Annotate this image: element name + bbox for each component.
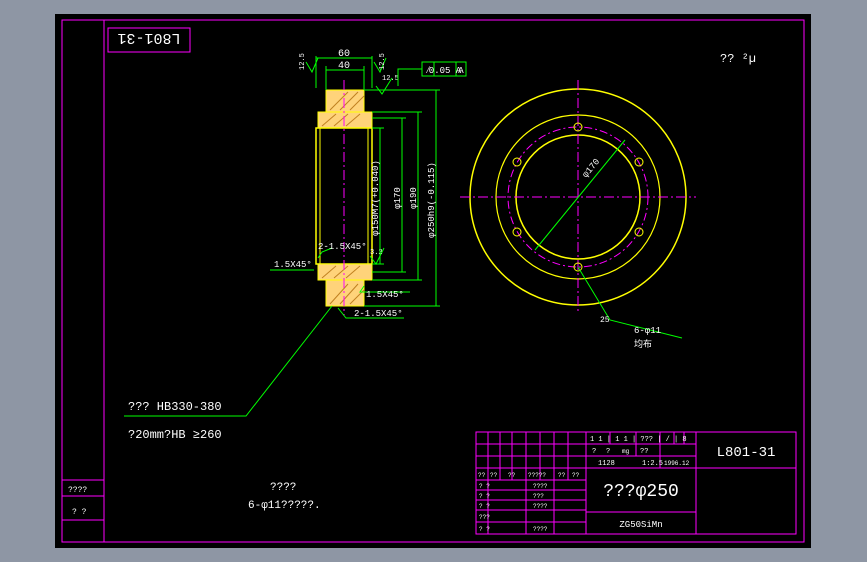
mid-row-1: ???? [533, 483, 548, 490]
note-title: ???? [270, 482, 296, 494]
approve-3: mg [622, 448, 630, 455]
approve-4: ?? [640, 448, 648, 456]
cad-drawing-canvas: L801-31 ?? ²µ 60 40 12.5 12.5 12.5 3.2 ∕… [0, 0, 867, 562]
row-label-4: ????? [528, 472, 546, 479]
row-label-3: ?? [508, 472, 516, 479]
bottom-tooth-hatch [317, 263, 373, 281]
left-row-1: ? ? [479, 483, 490, 490]
row-label-6: ?? [572, 472, 580, 479]
note-holes: 6-φ11?????. [248, 500, 321, 512]
left-row-4: ??? [479, 514, 490, 521]
title-drawing-no: L801-31 [717, 445, 776, 461]
roughness-right: 12.5 [382, 75, 399, 83]
dim-60: 60 [338, 49, 350, 60]
chamfer-1: 2-1.5X45° [318, 242, 367, 252]
dim-dia-190: φ190 [409, 187, 419, 209]
dim-dia-150: φ150M7(+0.040) [371, 160, 381, 236]
chamfer-2: 1.5X45° [274, 260, 312, 270]
plan-holes: 6-φ11 [634, 326, 661, 336]
title-mass: 1128 [598, 460, 615, 468]
dim-dia-250: φ250h9(-0.115) [427, 162, 437, 238]
title-part-name: ???φ250 [603, 482, 679, 502]
roughness-top-right: 12.5 [379, 53, 387, 70]
roughness-top-left: 12.5 [299, 53, 307, 70]
row-label-5: ?? [558, 472, 566, 479]
roughness-small: 3.2 [370, 249, 383, 257]
title-material: ZG50SiMn [619, 520, 662, 530]
dim-40: 40 [338, 61, 350, 72]
left-row-3: ? ? [479, 503, 490, 510]
title-date: 1996.12 [664, 460, 690, 467]
mid-row-4: ???? [533, 526, 548, 533]
mid-row-2: ??? [533, 493, 544, 500]
note-depth: ?20mm?HB ≥260 [128, 428, 222, 442]
side-row-1: ???? [68, 486, 87, 495]
stamp-text: L801-31 [117, 29, 180, 46]
plan-distribution: 均布 [634, 338, 652, 350]
dim-dia-170: φ170 [393, 187, 403, 209]
tolerance-datum: A [458, 66, 464, 76]
left-row-5: ? ? [479, 526, 490, 533]
row-label-1: ?? [478, 472, 486, 479]
approve-2: ? [606, 448, 610, 456]
plan-roughness: 25 [600, 316, 610, 325]
title-scale-header: 1 1 | 1 1 | ??? | / | 8 [590, 436, 687, 444]
side-row-2: ? ? [72, 508, 87, 517]
top-tooth-hatch [317, 111, 373, 129]
row-label-2: ?? [490, 472, 498, 479]
title-scale: 1:2.5 [642, 460, 663, 468]
general-roughness: ?? ²µ [720, 52, 756, 66]
left-row-2: ? ? [479, 493, 490, 500]
chamfer-4: 2-1.5X45° [354, 309, 403, 319]
note-hardness: ??? HB330-380 [128, 400, 222, 414]
mid-row-3: ???? [533, 503, 548, 510]
approve-1: ? [592, 448, 596, 456]
tolerance-value: 0.05 A [429, 66, 462, 76]
chamfer-3: 1.5X45° [366, 290, 404, 300]
